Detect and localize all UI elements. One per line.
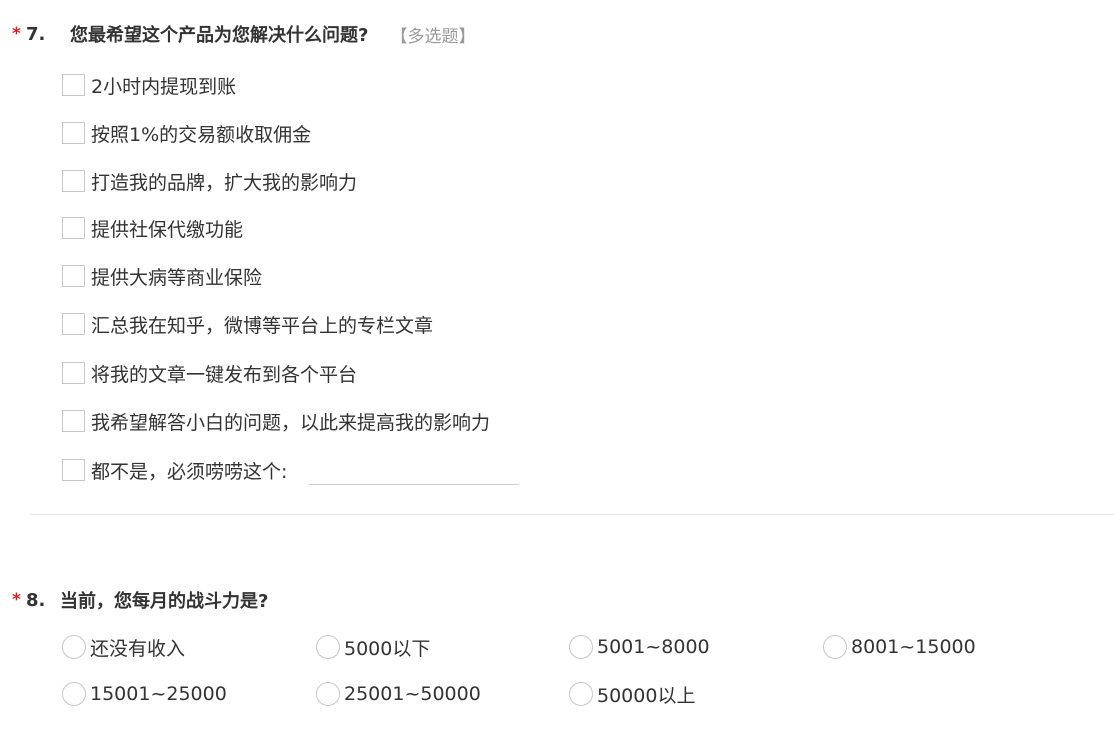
required-mark: *: [12, 590, 21, 610]
radio-option[interactable]: 50000以上: [569, 679, 695, 709]
other-text-input[interactable]: [309, 455, 520, 485]
question-number: 8.: [26, 589, 46, 611]
option-label: 提供社保代缴功能: [91, 218, 244, 241]
checkbox-option[interactable]: 提供社保代缴功能: [62, 213, 243, 243]
radio-button[interactable]: [316, 635, 340, 659]
checkbox[interactable]: [62, 122, 85, 144]
option-label: 5000以下: [344, 637, 431, 660]
option-label: 5001~8000: [597, 636, 710, 658]
radio-option[interactable]: 还没有收入: [62, 632, 185, 662]
option-label: 打造我的品牌，扩大我的影响力: [91, 171, 358, 194]
checkbox-option[interactable]: 汇总我在知乎，微博等平台上的专栏文章: [62, 309, 433, 339]
checkbox[interactable]: [62, 217, 85, 239]
radio-button[interactable]: [62, 635, 86, 659]
radio-button[interactable]: [62, 682, 86, 706]
radio-button[interactable]: [316, 682, 340, 706]
question-type-tag: 【多选题】: [390, 26, 476, 47]
question-number: 7.: [26, 23, 46, 45]
checkbox[interactable]: [62, 170, 85, 192]
option-label: 将我的文章一键发布到各个平台: [91, 363, 358, 386]
radio-option[interactable]: 15001~25000: [62, 679, 227, 709]
checkbox[interactable]: [62, 459, 85, 481]
checkbox-option[interactable]: 按照1%的交易额收取佣金: [62, 118, 311, 148]
option-label: 我希望解答小白的问题，以此来提高我的影响力: [91, 411, 491, 434]
radio-button[interactable]: [823, 635, 847, 659]
option-label: 25001~50000: [344, 683, 481, 705]
radio-button[interactable]: [569, 682, 593, 706]
option-label: 提供大病等商业保险: [91, 266, 263, 289]
option-label: 2小时内提现到账: [91, 75, 237, 98]
checkbox[interactable]: [62, 410, 85, 432]
checkbox-option[interactable]: 提供大病等商业保险: [62, 261, 262, 291]
option-label: 8001~15000: [851, 636, 976, 658]
checkbox[interactable]: [62, 313, 85, 335]
checkbox-option-other[interactable]: 都不是，必须唠唠这个:: [62, 455, 520, 485]
question-text: 当前，您每月的战斗力是?: [60, 591, 269, 612]
radio-option[interactable]: 8001~15000: [823, 632, 976, 662]
radio-button[interactable]: [569, 635, 593, 659]
option-label: 都不是，必须唠唠这个:: [91, 460, 288, 483]
option-label: 15001~25000: [90, 683, 227, 705]
question-7-title: * 7. 您最希望这个产品为您解决什么问题? 【多选题】: [12, 19, 475, 49]
option-label: 按照1%的交易额收取佣金: [91, 123, 312, 146]
checkbox-option[interactable]: 2小时内提现到账: [62, 70, 236, 100]
checkbox[interactable]: [62, 74, 85, 96]
radio-option[interactable]: 5001~8000: [569, 632, 710, 662]
checkbox-option[interactable]: 我希望解答小白的问题，以此来提高我的影响力: [62, 406, 490, 436]
radio-option[interactable]: 25001~50000: [316, 679, 481, 709]
radio-option[interactable]: 5000以下: [316, 632, 430, 662]
option-label: 50000以上: [597, 684, 696, 707]
question-text: 您最希望这个产品为您解决什么问题?: [70, 25, 369, 46]
checkbox-option[interactable]: 打造我的品牌，扩大我的影响力: [62, 166, 357, 196]
option-label: 还没有收入: [90, 637, 186, 660]
checkbox-option[interactable]: 将我的文章一键发布到各个平台: [62, 358, 357, 388]
option-label: 汇总我在知乎，微博等平台上的专栏文章: [91, 314, 434, 337]
checkbox[interactable]: [62, 362, 85, 384]
question-divider: [30, 514, 1114, 515]
question-8-title: * 8. 当前，您每月的战斗力是?: [12, 585, 268, 615]
checkbox[interactable]: [62, 265, 85, 287]
required-mark: *: [12, 24, 21, 44]
